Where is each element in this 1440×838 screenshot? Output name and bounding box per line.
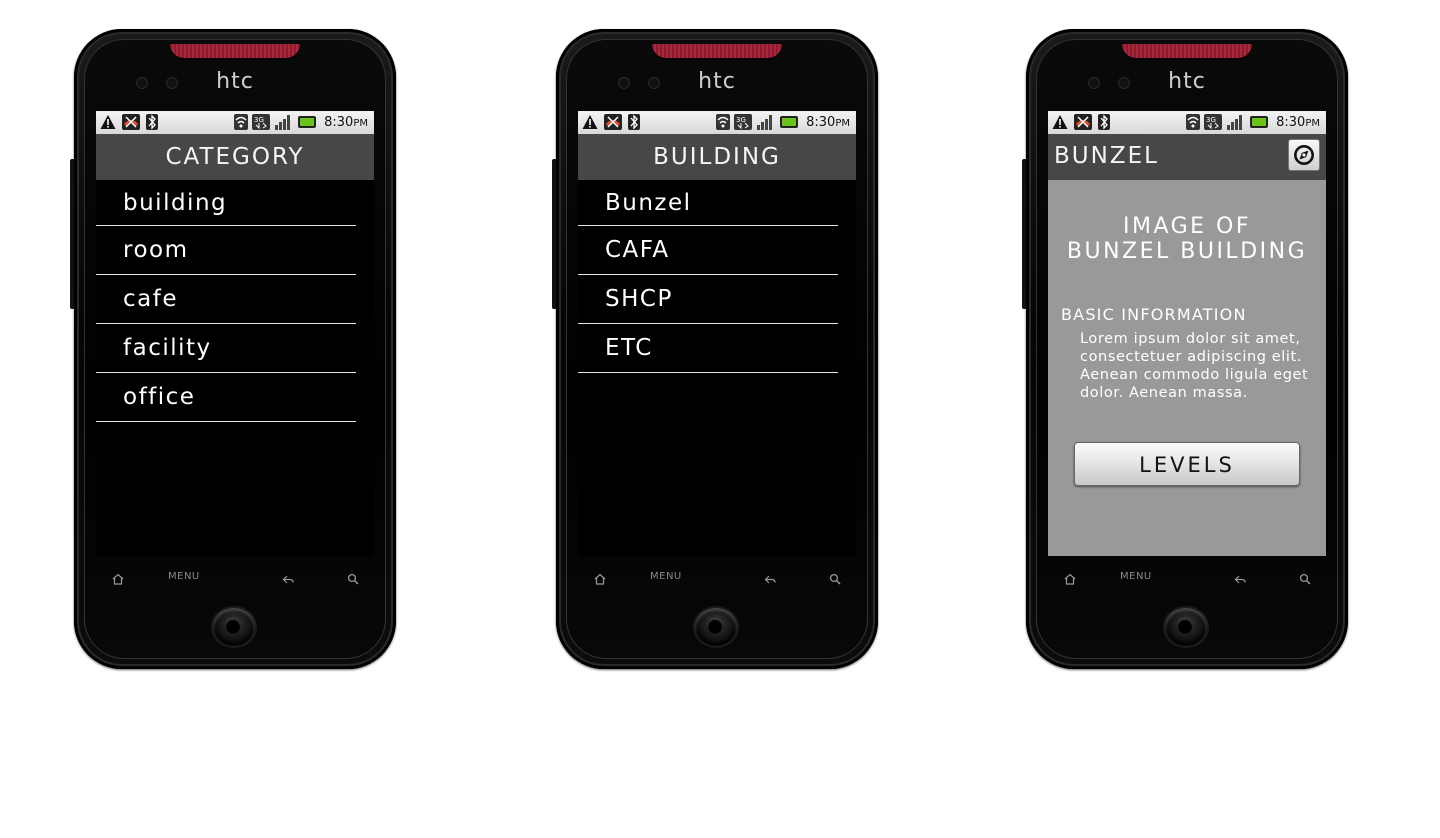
brand-logo: htc [1168, 69, 1206, 94]
3g-icon [252, 114, 270, 130]
bluetooth-icon [628, 114, 640, 130]
phone-building: htc 8:30PM BUILDING Bunzel CAFA SHCP ETC… [552, 29, 878, 669]
list-item-cafa[interactable]: CAFA [578, 226, 838, 275]
map-button[interactable] [1288, 139, 1320, 171]
list-item-shcp[interactable]: SHCP [578, 275, 838, 324]
speaker-grille [1122, 44, 1252, 58]
battery-icon [1250, 114, 1268, 130]
3g-icon [1204, 114, 1222, 130]
softkeys: MENU [1056, 571, 1318, 591]
menu-key[interactable]: MENU [1120, 571, 1152, 582]
brand-logo: htc [216, 69, 254, 94]
list-item-facility[interactable]: facility [96, 324, 356, 373]
back-icon[interactable] [282, 573, 294, 585]
section-heading: BASIC INFORMATION [1061, 305, 1247, 324]
clock: 8:30PM [324, 115, 368, 130]
back-icon[interactable] [764, 573, 776, 585]
volume-button [70, 159, 74, 309]
status-bar: 8:30PM [96, 111, 374, 134]
signal-icon [1226, 114, 1244, 130]
info-text: Lorem ipsum dolor sit amet, consectetuer… [1080, 331, 1309, 401]
missed-call-icon [1074, 114, 1092, 130]
warning-icon [100, 114, 116, 130]
speaker-grille [170, 44, 300, 58]
home-icon[interactable] [1064, 573, 1076, 585]
wifi-icon [716, 114, 730, 130]
volume-button [1022, 159, 1026, 309]
list-item-bunzel[interactable]: Bunzel [578, 180, 838, 226]
menu-key[interactable]: MENU [650, 571, 682, 582]
phone-category: htc 8:30PM CATEGORY building room cafe f… [70, 29, 396, 669]
list-item-cafe[interactable]: cafe [96, 275, 356, 324]
image-caption-line: IMAGE OF [1122, 214, 1252, 239]
signal-icon [756, 114, 774, 130]
title-bar: BUNZEL [1048, 134, 1326, 180]
image-caption-line: BUNZEL BUILDING [1066, 239, 1308, 264]
home-icon[interactable] [594, 573, 606, 585]
phone-building-detail: htc 8:30PM BUNZEL IMAGE OF BUNZEL BUILDI… [1022, 29, 1348, 669]
search-icon[interactable] [347, 573, 359, 585]
menu-key[interactable]: MENU [168, 571, 200, 582]
search-icon[interactable] [1299, 573, 1311, 585]
levels-button[interactable]: LEVELS [1074, 442, 1300, 486]
missed-call-icon [604, 114, 622, 130]
clock: 8:30PM [806, 115, 850, 130]
building-list: Bunzel CAFA SHCP ETC [578, 180, 838, 373]
clock: 8:30PM [1276, 115, 1320, 130]
wifi-icon [1186, 114, 1200, 130]
battery-icon [780, 114, 798, 130]
softkeys: MENU [586, 571, 848, 591]
home-icon[interactable] [112, 573, 124, 585]
list-item-room[interactable]: room [96, 226, 356, 275]
warning-icon [1052, 114, 1068, 130]
screen: 8:30PM BUNZEL IMAGE OF BUNZEL BUILDING B… [1048, 111, 1326, 556]
compass-icon [1291, 142, 1317, 168]
battery-icon [298, 114, 316, 130]
page-title: BUILDING [578, 134, 856, 180]
back-icon[interactable] [1234, 573, 1246, 585]
status-bar: 8:30PM [578, 111, 856, 134]
missed-call-icon [122, 114, 140, 130]
status-bar: 8:30PM [1048, 111, 1326, 134]
list-item-office[interactable]: office [96, 373, 356, 422]
speaker-grille [652, 44, 782, 58]
page-title: CATEGORY [96, 134, 374, 180]
category-list: building room cafe facility office [96, 180, 356, 422]
volume-button [552, 159, 556, 309]
trackball-button[interactable] [1165, 608, 1207, 646]
trackball-button[interactable] [213, 608, 255, 646]
trackball-button[interactable] [695, 608, 737, 646]
bluetooth-icon [146, 114, 158, 130]
brand-logo: htc [698, 69, 736, 94]
list-item-etc[interactable]: ETC [578, 324, 838, 373]
softkeys: MENU [104, 571, 366, 591]
list-item-building[interactable]: building [96, 180, 356, 226]
screen: 8:30PM CATEGORY building room cafe facil… [96, 111, 374, 556]
building-image-placeholder: IMAGE OF BUNZEL BUILDING [1048, 214, 1326, 264]
signal-icon [274, 114, 292, 130]
bluetooth-icon [1098, 114, 1110, 130]
3g-icon [734, 114, 752, 130]
screen: 8:30PM BUILDING Bunzel CAFA SHCP ETC [578, 111, 856, 556]
wifi-icon [234, 114, 248, 130]
warning-icon [582, 114, 598, 130]
building-detail-panel: IMAGE OF BUNZEL BUILDING BASIC INFORMATI… [1048, 180, 1326, 556]
page-title: BUNZEL [1054, 143, 1159, 169]
search-icon[interactable] [829, 573, 841, 585]
